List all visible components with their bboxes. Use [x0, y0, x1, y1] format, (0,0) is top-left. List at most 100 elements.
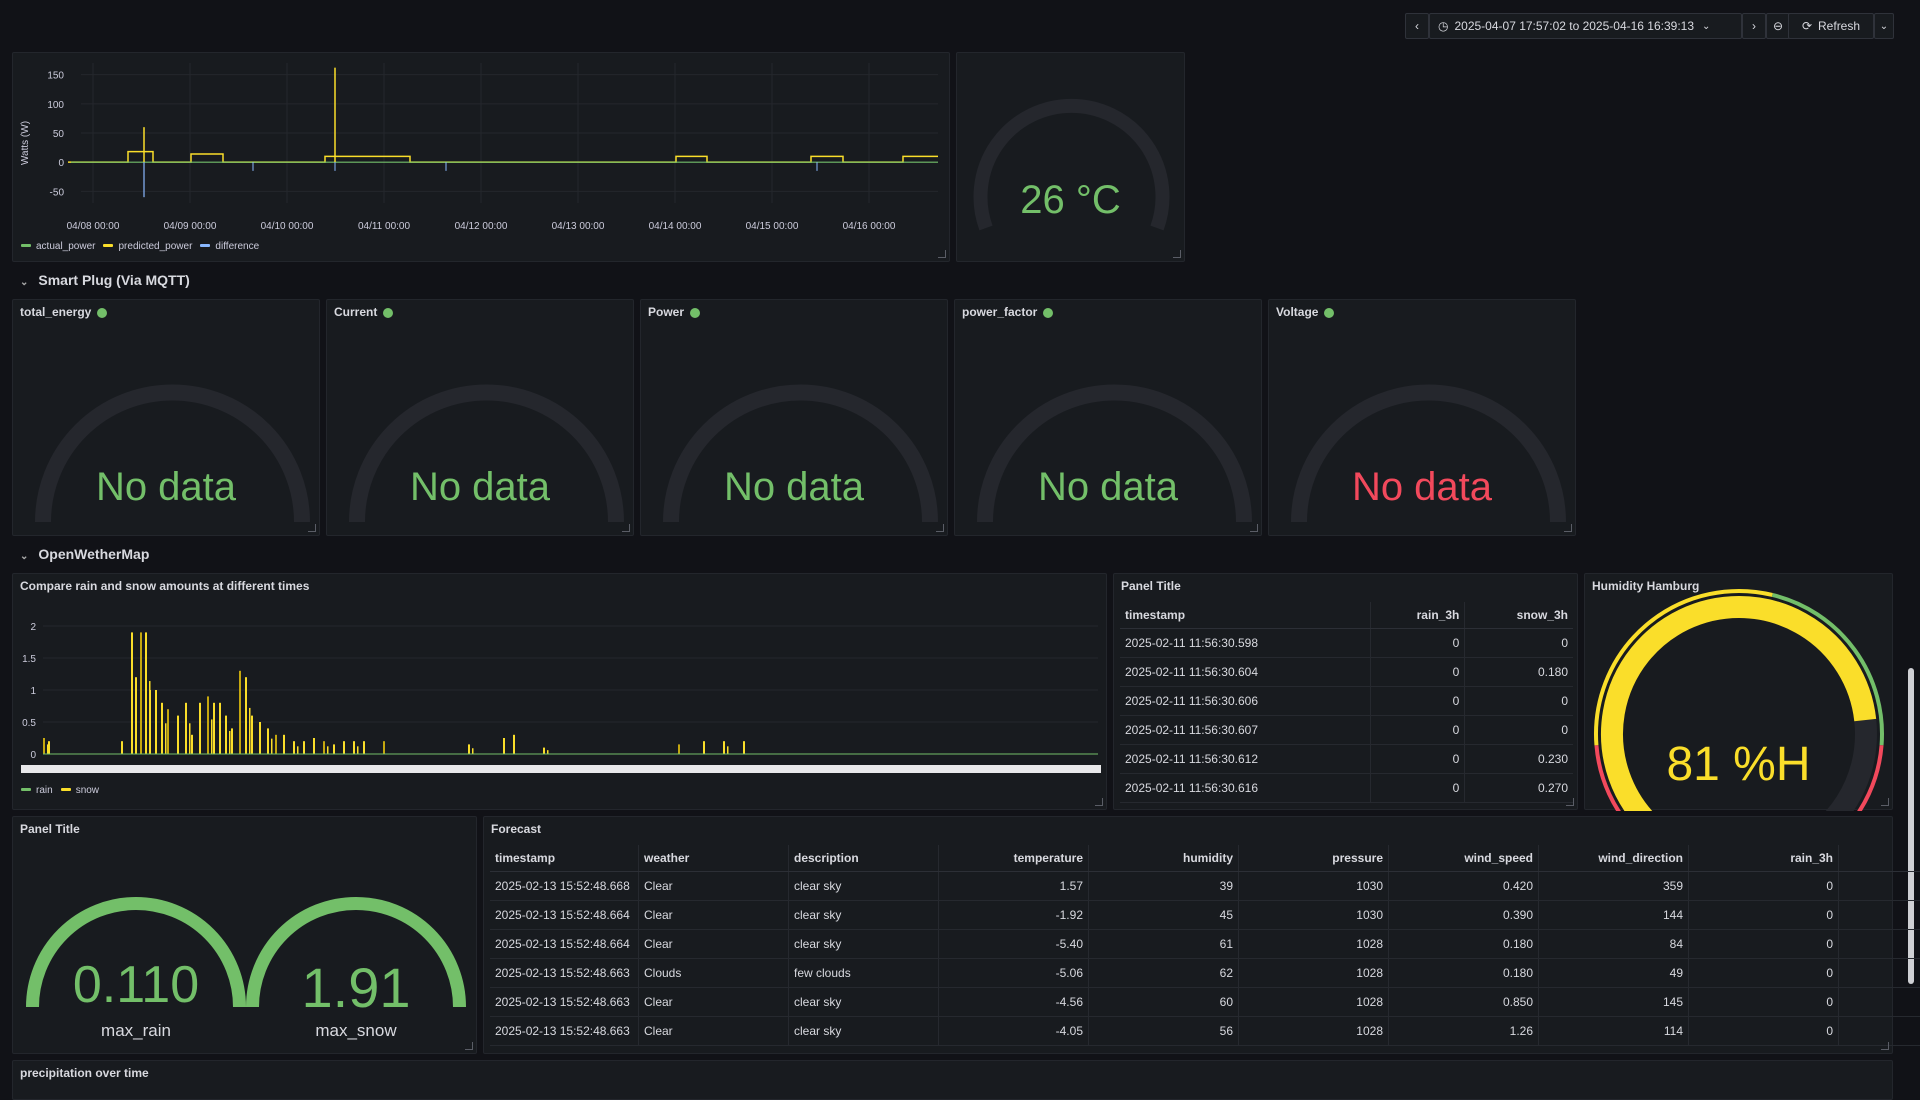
column-header-snow_3h[interactable]: snow_3h — [1839, 845, 1920, 872]
resize-handle[interactable] — [1881, 798, 1889, 806]
time-range-label: 2025-04-07 17:57:02 to 2025-04-16 16:39:… — [1454, 19, 1694, 33]
legend-label[interactable]: predicted_power — [118, 241, 192, 252]
power-chart-legend: actual_power predicted_power difference — [13, 241, 259, 252]
table-cell: 1030 — [1239, 872, 1389, 901]
temperature-value: 26 °C — [957, 178, 1184, 223]
table-cell: clear sky — [789, 872, 939, 901]
table-cell: 2025-02-13 15:52:48.663 — [490, 988, 639, 1017]
table-cell: 2025-02-13 15:52:48.664 — [490, 901, 639, 930]
table-cell: 0 — [1371, 716, 1465, 745]
table-cell: Clouds — [639, 959, 789, 988]
max-snow-value: 1.91 — [246, 955, 466, 1020]
refresh-button[interactable]: ⟳ Refresh — [1788, 13, 1874, 39]
x-tick-label: 04/15 00:00 — [746, 221, 799, 232]
chevron-down-icon: ⌄ — [20, 551, 28, 562]
snow-bar — [121, 741, 123, 754]
column-header-wind_direction[interactable]: wind_direction — [1539, 845, 1689, 872]
table-cell: 0 — [1689, 872, 1839, 901]
snow-bar — [547, 750, 549, 754]
legend-swatch — [61, 788, 71, 791]
snow-bar — [48, 741, 50, 754]
snow-bar — [145, 632, 147, 754]
resize-handle[interactable] — [1564, 524, 1572, 532]
legend-label[interactable]: snow — [76, 785, 99, 796]
table-cell: clear sky — [789, 930, 939, 959]
time-range-picker[interactable]: ◷ 2025-04-07 17:57:02 to 2025-04-16 16:3… — [1429, 13, 1742, 39]
max-rain-label: max_rain — [26, 1021, 246, 1041]
table-cell: 1028 — [1239, 930, 1389, 959]
panel-title: Forecast — [491, 822, 541, 836]
snow-bar — [513, 735, 515, 754]
resize-handle[interactable] — [1095, 798, 1103, 806]
resize-handle[interactable] — [1881, 1042, 1889, 1050]
y-tick-label: -50 — [50, 187, 65, 198]
x-tick-label: 04/09 00:00 — [164, 221, 217, 232]
column-header-timestamp[interactable]: timestamp — [1120, 602, 1371, 629]
snow-bar — [251, 716, 253, 754]
table-cell: clear sky — [789, 901, 939, 930]
table-cell: 2025-02-13 15:52:48.663 — [490, 959, 639, 988]
time-forward-button[interactable]: › — [1742, 13, 1766, 39]
table-cell: -5.40 — [939, 930, 1089, 959]
table-cell: few clouds — [789, 959, 939, 988]
resize-handle[interactable] — [936, 524, 944, 532]
column-header-humidity[interactable]: humidity — [1089, 845, 1239, 872]
time-back-button[interactable]: ‹ — [1405, 13, 1429, 39]
table-row: 2025-02-11 11:56:30.59800 — [1120, 629, 1573, 658]
resize-handle[interactable] — [308, 524, 316, 532]
y-tick-label: 50 — [53, 129, 65, 140]
table-cell: 49 — [1539, 959, 1689, 988]
column-header-weather[interactable]: weather — [639, 845, 789, 872]
column-header-wind_speed[interactable]: wind_speed — [1389, 845, 1539, 872]
column-header-pressure[interactable]: pressure — [1239, 845, 1389, 872]
series-predicted-power — [68, 152, 938, 163]
column-header-timestamp[interactable]: timestamp — [490, 845, 639, 872]
chart-scrollbar[interactable] — [21, 765, 1101, 773]
column-header-rain_3h[interactable]: rain_3h — [1371, 602, 1465, 629]
column-header-temperature[interactable]: temperature — [939, 845, 1089, 872]
no-data-text: No data — [641, 465, 947, 510]
rain-snow-chart-panel: Compare rain and snow amounts at differe… — [12, 573, 1107, 810]
column-header-description[interactable]: description — [789, 845, 939, 872]
resize-handle[interactable] — [465, 1042, 473, 1050]
zoom-out-button[interactable]: ⊖ — [1766, 13, 1790, 39]
refresh-interval-dropdown[interactable]: ⌄ — [1874, 13, 1894, 39]
legend-label[interactable]: rain — [36, 785, 53, 796]
row-title: OpenWetherMap — [38, 546, 149, 562]
table-cell: 0.230 — [1465, 745, 1573, 774]
snow-bar — [271, 739, 273, 754]
table-cell: 2025-02-11 11:56:30.616 — [1120, 774, 1371, 803]
row-header-openweathermap[interactable]: ⌄ OpenWetherMap — [20, 546, 149, 562]
snow-bar — [283, 735, 285, 754]
column-header-snow_3h[interactable]: snow_3h — [1465, 602, 1573, 629]
snow-bar — [155, 690, 157, 754]
table-cell: 0.420 — [1389, 872, 1539, 901]
legend-label[interactable]: difference — [215, 241, 259, 252]
resize-handle[interactable] — [1250, 524, 1258, 532]
snow-bar — [161, 703, 163, 754]
table-cell: 45 — [1089, 901, 1239, 930]
resize-handle[interactable] — [622, 524, 630, 532]
x-tick-label: 04/12 00:00 — [455, 221, 508, 232]
y-tick-label: 1.5 — [22, 654, 36, 665]
snow-bar — [383, 741, 385, 754]
resize-handle[interactable] — [1566, 798, 1574, 806]
resize-handle[interactable] — [938, 250, 946, 258]
temperature-gauge-panel: 26 °C — [956, 52, 1185, 262]
legend-label[interactable]: actual_power — [36, 241, 95, 252]
y-tick-label: 0 — [58, 158, 64, 169]
snow-bar — [43, 738, 45, 754]
legend-swatch — [21, 788, 31, 791]
snow-bar — [225, 716, 227, 754]
table-cell: 0 — [1371, 658, 1465, 687]
column-header-rain_3h[interactable]: rain_3h — [1689, 845, 1839, 872]
table-cell: -1.92 — [939, 901, 1089, 930]
precipitation-panel: precipitation over time — [12, 1060, 1893, 1100]
table-cell: 0 — [1839, 930, 1920, 959]
table-cell: 1028 — [1239, 1017, 1389, 1046]
smart-plug-panel-power_factor: power_factorNo data — [954, 299, 1262, 536]
row-header-smart-plug[interactable]: ⌄Smart Plug (Via MQTT) — [20, 272, 190, 288]
resize-handle[interactable] — [1173, 250, 1181, 258]
table-cell: 60 — [1089, 988, 1239, 1017]
table-cell: -5.06 — [939, 959, 1089, 988]
